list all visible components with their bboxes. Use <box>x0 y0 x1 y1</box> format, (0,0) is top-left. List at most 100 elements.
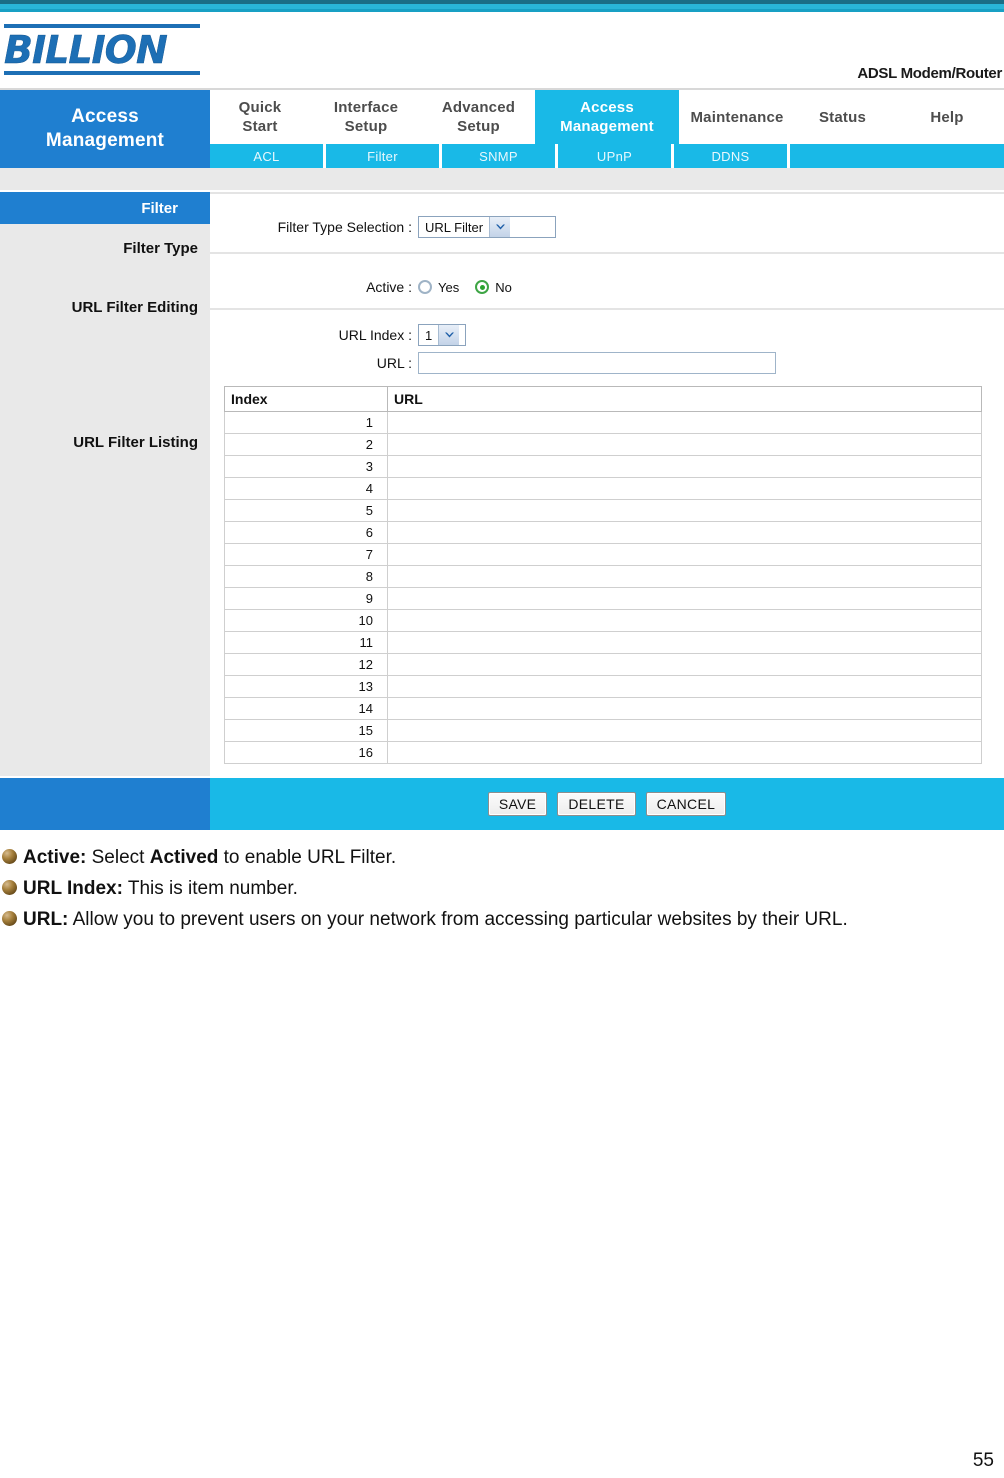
cell-index: 12 <box>224 653 388 676</box>
field-descriptions: Active: Select Actived to enable URL Fil… <box>0 830 1004 935</box>
description-term: Active: <box>23 847 87 868</box>
side-label-filter-type: Filter Type <box>123 240 198 257</box>
cell-index: 13 <box>224 675 388 698</box>
logo-wordmark: BILLION <box>4 28 168 72</box>
table-row: 7 <box>224 543 982 566</box>
active-no-label: No <box>495 279 512 295</box>
panel-form-area: Filter Type Selection : URL Filter Activ… <box>210 192 1004 776</box>
cell-url <box>387 631 982 654</box>
main-tab-status[interactable]: Status <box>795 90 890 144</box>
panel-top-spacer <box>0 168 1004 192</box>
delete-button[interactable]: DELETE <box>557 792 636 816</box>
side-label-url-filter-listing: URL Filter Listing <box>73 434 198 451</box>
panel-header-label: Filter <box>0 192 210 224</box>
table-row: 6 <box>224 521 982 544</box>
cell-index: 10 <box>224 609 388 632</box>
action-bar-buttons: SAVE DELETE CANCEL <box>210 778 1004 830</box>
description-item: URL: Allow you to prevent users on your … <box>2 904 998 935</box>
table-row: 11 <box>224 631 982 654</box>
bullet-sphere-icon <box>2 911 17 926</box>
main-tab-help[interactable]: Help <box>890 90 1004 144</box>
description-text: Allow you to prevent users on your netwo… <box>68 909 848 930</box>
bullet-sphere-icon <box>2 849 17 864</box>
filter-panel: Filter Filter Type URL Filter Editing URL … <box>0 192 1004 776</box>
cell-url <box>387 719 982 742</box>
table-row: 3 <box>224 455 982 478</box>
billion-logo: BILLION <box>4 24 200 75</box>
main-tab-access-management[interactable]: Access Management <box>535 90 679 144</box>
table-row: 14 <box>224 697 982 720</box>
description-term: URL Index: <box>23 878 123 899</box>
table-row: 16 <box>224 741 982 764</box>
main-tab-interface-setup[interactable]: Interface Setup <box>310 90 422 144</box>
navigation-region: Access Management Quick Start Interface S… <box>0 90 1004 168</box>
description-text: Select <box>86 847 150 868</box>
cell-index: 8 <box>224 565 388 588</box>
description-tail: to enable URL Filter. <box>218 847 397 868</box>
cell-url <box>387 609 982 632</box>
section-title-line1: Access <box>71 106 139 127</box>
listing-head: Index URL <box>224 386 982 412</box>
sub-tab-ddns[interactable]: DDNS <box>674 144 790 168</box>
cell-index: 16 <box>224 741 388 764</box>
top-accent-bars <box>0 0 1004 12</box>
url-filter-listing-table: Index URL 1 2 3 4 5 6 7 8 9 10 11 12 13 14 15 16 <box>224 386 982 764</box>
rule-filter-type <box>210 192 1004 202</box>
sub-tab-filler <box>790 144 1004 168</box>
active-radio-group[interactable]: Yes No <box>418 280 522 295</box>
url-label: URL : <box>376 355 412 371</box>
cell-index: 9 <box>224 587 388 610</box>
page-number: 55 <box>972 1450 994 1471</box>
chevron-down-icon <box>489 217 511 237</box>
cell-url <box>387 521 982 544</box>
url-filter-listing: Index URL 1 2 3 4 5 6 7 8 9 10 11 12 13 14 15 16 <box>210 378 1004 776</box>
rule-url-filter-editing <box>210 252 1004 266</box>
cell-index: 7 <box>224 543 388 566</box>
listing-header-row: Index URL <box>224 386 982 412</box>
description-item: Active: Select Actived to enable URL Fil… <box>2 842 998 873</box>
rule-url-entry <box>210 308 1004 322</box>
cell-index: 3 <box>224 455 388 478</box>
table-row: 9 <box>224 587 982 610</box>
main-tab-quick-start[interactable]: Quick Start <box>210 90 310 144</box>
save-button[interactable]: SAVE <box>487 792 548 816</box>
bullet-sphere-icon <box>2 880 17 895</box>
cell-url <box>387 565 982 588</box>
url-index-select[interactable]: 1 <box>418 324 466 346</box>
url-index-label: URL Index : <box>338 327 412 343</box>
url-input[interactable] <box>418 352 776 374</box>
cell-url <box>387 741 982 764</box>
cell-url <box>387 411 982 434</box>
cell-index: 4 <box>224 477 388 500</box>
table-row: 4 <box>224 477 982 500</box>
cancel-button[interactable]: CANCEL <box>645 792 727 816</box>
description-item: URL Index: This is item number. <box>2 873 998 904</box>
main-tab-advanced-setup[interactable]: Advanced Setup <box>422 90 535 144</box>
sub-tab-acl[interactable]: ACL <box>210 144 326 168</box>
active-yes-radio[interactable] <box>418 280 432 294</box>
description-emphasis: Actived <box>149 847 219 868</box>
panel-side-labels: Filter Filter Type URL Filter Editing URL … <box>0 192 210 776</box>
main-tab-bar: Quick Start Interface Setup Advanced Setup… <box>210 90 1004 144</box>
cell-url <box>387 477 982 500</box>
active-no-radio[interactable] <box>475 280 490 294</box>
cell-index: 14 <box>224 697 388 720</box>
cell-index: 11 <box>224 631 388 654</box>
cell-url <box>387 587 982 610</box>
section-title-line2: Management <box>45 130 165 151</box>
cell-url <box>387 697 982 720</box>
table-row: 1 <box>224 411 982 434</box>
table-row: 13 <box>224 675 982 698</box>
sub-tab-snmp[interactable]: SNMP <box>442 144 558 168</box>
sub-tab-upnp[interactable]: UPnP <box>558 144 674 168</box>
table-row: 8 <box>224 565 982 588</box>
main-tab-maintenance[interactable]: Maintenance <box>679 90 795 144</box>
action-bar: SAVE DELETE CANCEL <box>0 776 1004 830</box>
table-row: 12 <box>224 653 982 676</box>
cell-url <box>387 543 982 566</box>
filter-type-selection-value: URL Filter <box>425 219 484 235</box>
sub-tab-filter[interactable]: Filter <box>326 144 442 168</box>
filter-type-selection-select[interactable]: URL Filter <box>418 216 556 238</box>
panel-top-spacer-left <box>0 168 210 190</box>
content-region: Filter Filter Type URL Filter Editing URL … <box>0 168 1004 935</box>
